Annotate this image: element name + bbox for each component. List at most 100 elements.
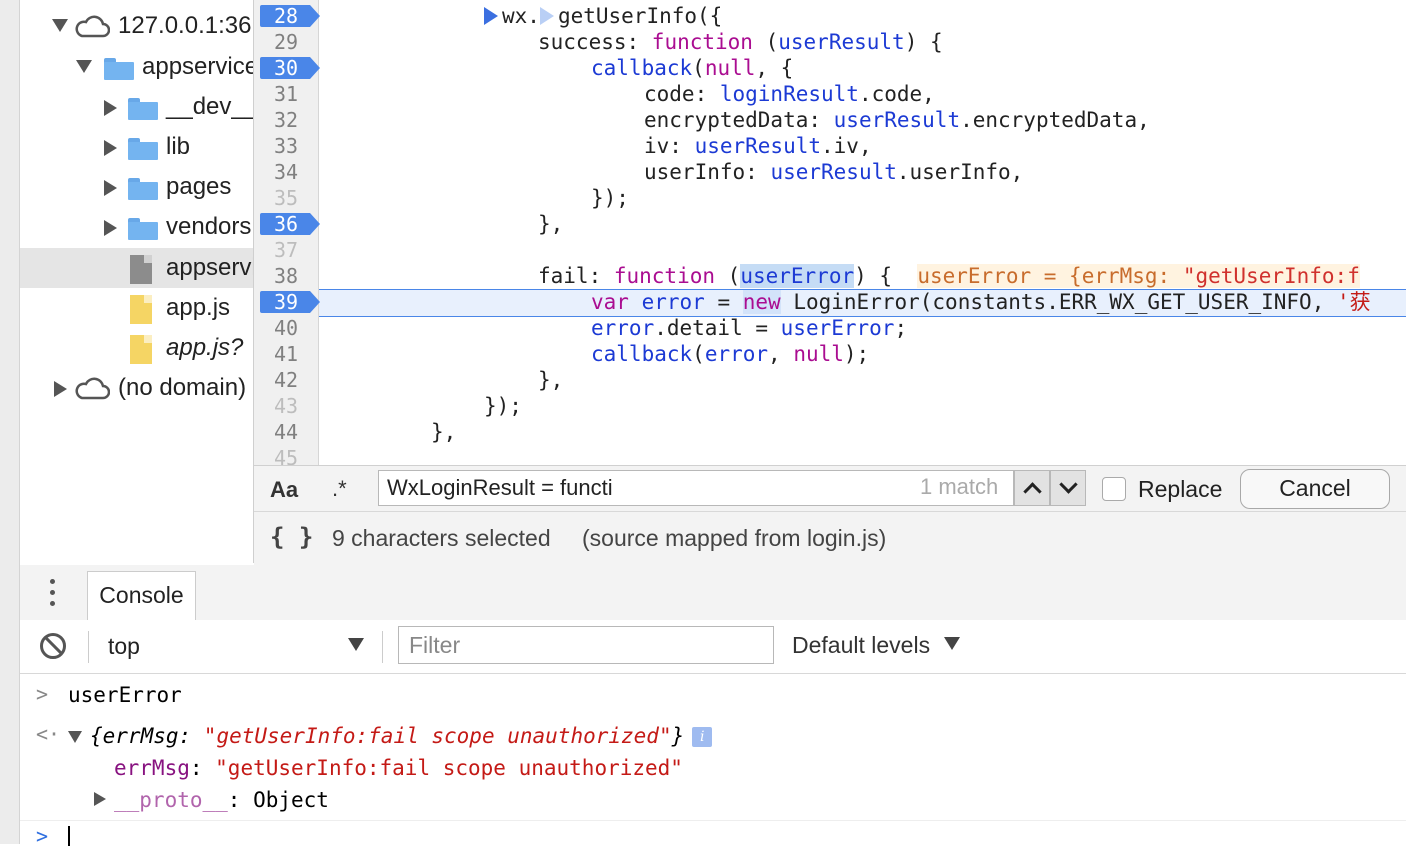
code-line-43: }); [484,394,522,418]
toolbar-divider [382,631,383,663]
console-result-object[interactable]: {errMsg: "getUserInfo:fail scope unautho… [90,721,713,751]
previous-match-button[interactable] [1014,470,1050,506]
tree-item-appservice-file[interactable]: appservice [20,248,253,288]
code-line-31: code: loginResult.code, [644,82,935,106]
breakpoint-line-number[interactable]: 30 [254,55,320,81]
collapse-arrow-icon[interactable] [104,180,117,196]
console-input-line: userError [68,683,182,707]
line-number[interactable]: 40 [254,315,318,341]
expand-arrow-icon[interactable] [76,60,92,73]
line-number-gutter[interactable]: 28 29 30 31 32 33 34 35 36 37 38 39 40 41 42 43 44 45 [254,0,320,465]
collapse-arrow-icon[interactable] [104,100,117,116]
line-number[interactable]: 35 [254,185,318,211]
filter-input[interactable]: Filter [398,626,774,664]
replace-label[interactable]: Replace [1138,476,1222,503]
expand-arrow-icon[interactable] [68,731,82,743]
clear-console-icon[interactable] [40,633,66,659]
folder-icon [128,178,158,200]
line-number[interactable]: 45 [254,445,318,465]
object-property-proto[interactable]: __proto__: Object [114,785,329,815]
dropdown-arrow-icon[interactable] [944,637,960,650]
tree-item-label: lib [166,133,191,160]
tree-item-appservice-folder[interactable]: appservice [20,47,253,87]
pretty-print-button[interactable]: { } [270,523,313,551]
tree-item-label: app.js [166,294,231,321]
line-number[interactable]: 43 [254,393,318,419]
code-line-40: error.detail = userError; [591,316,908,340]
line-number[interactable]: 41 [254,341,318,367]
code-line-34: userInfo: userResult.userInfo, [644,160,1024,184]
info-icon[interactable]: i [692,727,713,747]
code-line-41: callback(error, null); [591,342,870,366]
match-case-toggle[interactable]: Aa [270,477,298,503]
line-number[interactable]: 29 [254,29,318,55]
editor-status-bar: { } 9 characters selected (source mapped… [254,511,1406,566]
line-number[interactable]: 33 [254,133,318,159]
breakpoint-line-number[interactable]: 39 [254,289,320,315]
code-line-33: iv: userResult.iv, [644,134,872,158]
object-property-errmsg: errMsg: "getUserInfo:fail scope unauthor… [114,756,683,780]
tree-item-app-js[interactable]: app.js [20,288,253,328]
code-line-38: fail: function (userError) { userError =… [538,264,1360,288]
tree-item-app-js-query[interactable]: app.js? [20,328,253,368]
input-prompt-icon: > [36,682,49,706]
line-number[interactable]: 32 [254,107,318,133]
code-line-35: }); [591,186,629,210]
tree-item-pages-folder[interactable]: pages [20,167,253,207]
tree-item-label: 127.0.0.1:36 [118,12,252,39]
line-number[interactable]: 34 [254,159,318,185]
match-count: 1 match [920,474,999,499]
find-replace-bar: Aa .* WxLoginResult = functi 1 match Rep… [254,465,1406,512]
collapse-arrow-icon[interactable] [104,140,117,156]
cancel-button[interactable]: Cancel [1240,469,1390,509]
line-number[interactable]: 38 [254,263,318,289]
collapse-arrow-icon[interactable] [54,381,67,397]
code-line-30: callback(null, { [591,56,794,80]
tree-item-label: pages [166,173,232,200]
tree-item-lib-folder[interactable]: lib [20,127,253,167]
dropdown-arrow-icon[interactable] [348,638,364,651]
next-match-button[interactable] [1050,470,1086,506]
line-number[interactable]: 31 [254,81,318,107]
selection-info: 9 characters selected [332,525,551,551]
code-editor[interactable]: 28 29 30 31 32 33 34 35 36 37 38 39 40 41 42 43 44 45 wx.… [254,0,1406,465]
breakpoint-line-number[interactable]: 36 [254,211,320,237]
search-input[interactable]: WxLoginResult = functi [378,470,1014,506]
tree-item-dev-folder[interactable]: __dev__ [20,87,253,127]
tree-item-label: vendors [166,213,252,240]
tree-item-label: __dev__ [166,93,254,120]
collapse-arrow-icon[interactable] [104,220,117,236]
context-selector[interactable]: top [108,633,140,660]
console-toolbar: top Filter Default levels [20,620,1406,674]
code-line-36: }, [538,212,564,236]
replace-checkbox[interactable] [1102,477,1126,501]
result-arrow-icon: <· [36,722,61,746]
line-number[interactable]: 37 [254,237,318,263]
code-line-42: }, [538,368,564,392]
cloud-icon [74,376,111,407]
folder-icon [128,218,158,240]
regex-toggle[interactable]: .* [332,476,347,502]
file-icon [130,255,152,284]
source-map-info[interactable]: (source mapped from login.js) [582,525,886,552]
inline-value-preview: userError = {errMsg: "getUserInfo:f [917,264,1360,288]
execution-marker-icon [484,7,498,25]
collapse-arrow-icon[interactable] [94,792,106,806]
folder-icon [104,58,134,80]
tree-item-vendors-folder[interactable]: vendors [20,207,253,247]
continue-marker-icon [539,7,554,25]
line-number[interactable]: 42 [254,367,318,393]
more-options-icon[interactable] [50,579,56,607]
log-levels-dropdown[interactable]: Default levels [792,632,930,659]
tree-item-domain-localhost[interactable]: 127.0.0.1:36 [20,6,253,46]
expand-arrow-icon[interactable] [52,19,68,32]
drawer-tabbar: Console [20,565,1406,621]
tree-item-label: (no domain) [118,374,247,401]
console-output[interactable]: > userError <· {errMsg: "getUserInfo:fai… [20,674,1406,848]
tree-item-no-domain[interactable]: (no domain) [20,368,253,408]
tab-console[interactable]: Console [87,571,196,620]
breakpoint-line-number[interactable]: 28 [254,3,320,29]
chevron-up-icon [1023,482,1042,501]
line-number[interactable]: 44 [254,419,318,445]
console-caret[interactable] [68,826,70,846]
